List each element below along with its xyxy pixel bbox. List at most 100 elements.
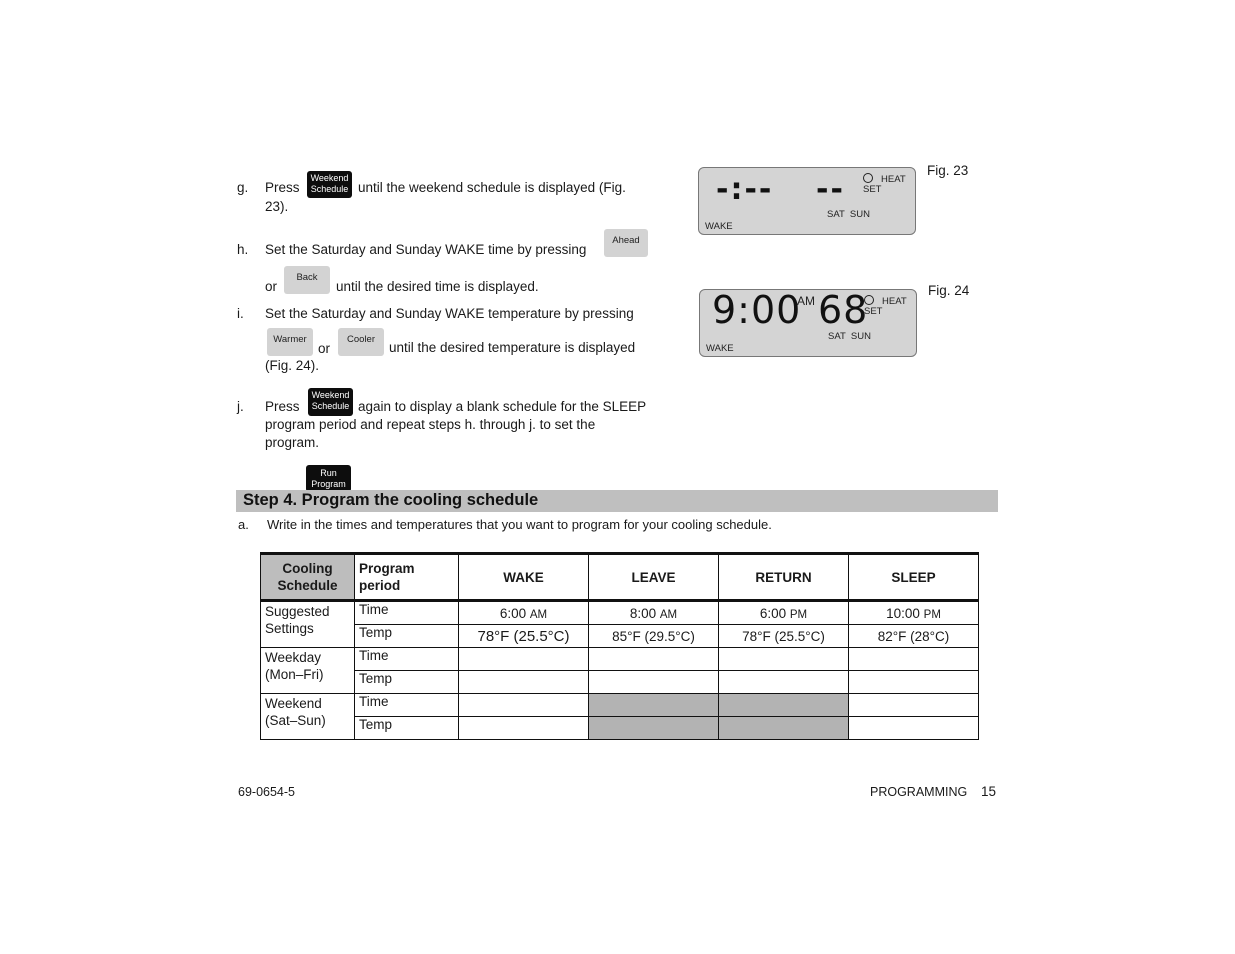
header-line: Program xyxy=(359,561,415,576)
ampm-label: AM xyxy=(797,294,815,308)
table-row: Temp 78°F (25.5°C) 85°F (29.5°C) 78°F (25.5… xyxy=(261,624,979,648)
run-program-key: Run Program xyxy=(306,465,351,492)
row-group-label: Weekend (Sat–Sun) xyxy=(260,693,355,740)
step-i-text: Set the Saturday and Sunday WAKE tempera… xyxy=(265,306,634,321)
step-g-text: 23). xyxy=(265,199,289,214)
program-period-header: Program period xyxy=(354,553,459,601)
table-cell: 6:00 AM xyxy=(458,600,589,625)
table-cell: 78°F (25.5°C) xyxy=(718,624,849,648)
row-kind-label: Time xyxy=(354,600,459,625)
group-line: Settings xyxy=(265,621,314,636)
table-cell: 8:00 AM xyxy=(588,600,719,625)
cell-value: 6:00 xyxy=(499,605,527,621)
heat-label: HEAT xyxy=(881,174,906,185)
table-row: Weekend (Sat–Sun) Time xyxy=(260,693,979,740)
period-label: WAKE xyxy=(705,221,733,232)
key-line: Weekend xyxy=(311,390,350,400)
empty-entry-cell xyxy=(718,693,849,717)
step-j-text: Press xyxy=(265,399,300,414)
table-row: Temp xyxy=(261,670,979,694)
table-row: Weekday (Mon–Fri) Time xyxy=(260,647,979,694)
days-label: SAT SUN xyxy=(827,209,870,220)
cell-value: 8:00 xyxy=(629,605,657,621)
cell-value: 82°F (28°C) xyxy=(877,628,950,644)
display-time: 9:00 xyxy=(712,288,802,332)
key-line: Program xyxy=(311,478,346,489)
step-j-label: j. xyxy=(237,399,244,414)
doc-number: 69-0654-5 xyxy=(238,785,295,799)
column-header-sleep: SLEEP xyxy=(848,553,979,601)
empty-entry-cell xyxy=(848,647,979,671)
empty-entry-cell xyxy=(848,693,979,717)
empty-entry-cell xyxy=(718,647,849,671)
step-i-text: until the desired temperature is display… xyxy=(389,340,636,355)
table-row: Suggested Settings Time 6:00 AM 8:00 AM 6:00 … xyxy=(260,600,979,648)
column-header-return: RETURN xyxy=(718,553,849,601)
step-j-text: program period and repeat steps h. throu… xyxy=(265,417,596,432)
cell-ampm: PM xyxy=(923,608,941,621)
step-h-text: until the desired time is displayed. xyxy=(336,279,539,294)
item-a-label: a. xyxy=(238,517,249,532)
set-label: SET xyxy=(863,184,882,195)
step-j-text: again to display a blank schedule for th… xyxy=(358,399,647,414)
key-line: Run xyxy=(320,468,337,478)
empty-entry-cell xyxy=(718,716,849,740)
days-label: SAT SUN xyxy=(828,331,871,342)
step-i-text: or xyxy=(318,341,331,356)
table-cell: 82°F (28°C) xyxy=(848,624,979,648)
cell-value: 6:00 xyxy=(759,605,787,621)
thermostat-display-fig23: -:-- -- HEAT SET SAT SUN WAKE xyxy=(698,167,916,235)
row-kind-label: Temp xyxy=(354,670,459,694)
indicator-circle-icon xyxy=(863,173,873,183)
table-row: Temp xyxy=(261,716,979,740)
group-line: Weekend xyxy=(265,696,322,711)
step-j-text: program. xyxy=(265,435,320,450)
display-temp: -- xyxy=(816,172,845,207)
period-label: WAKE xyxy=(706,343,734,354)
group-line: Weekday xyxy=(265,650,322,665)
column-header-leave: LEAVE xyxy=(588,553,719,601)
page-number: 15 xyxy=(981,784,997,799)
back-key: Back xyxy=(284,266,330,294)
row-kind-label: Time xyxy=(354,647,459,671)
empty-entry-cell xyxy=(588,693,719,717)
ahead-key: Ahead xyxy=(604,229,648,257)
group-line: (Sat–Sun) xyxy=(265,713,326,728)
header-line: Cooling xyxy=(282,561,333,576)
figure-caption: Fig. 23 xyxy=(927,163,969,178)
cell-value: 78°F (25.5°C) xyxy=(742,628,825,644)
empty-entry-cell xyxy=(588,647,719,671)
step-i-text: (Fig. 24). xyxy=(265,358,320,373)
empty-entry-cell xyxy=(848,670,979,694)
column-header-wake: WAKE xyxy=(458,553,589,601)
step-g-text: until the weekend schedule is displayed … xyxy=(358,180,626,195)
cell-value: 85°F (29.5°C) xyxy=(612,628,695,644)
key-line: Schedule xyxy=(310,183,349,194)
key-line: Schedule xyxy=(311,400,350,411)
cell-ampm: PM xyxy=(789,608,808,621)
cooling-schedule-table: Cooling Schedule Program period WAKE LEA… xyxy=(260,552,979,740)
step-h-text: or xyxy=(265,279,278,294)
section-header: Step 4. Program the cooling schedule xyxy=(236,490,998,512)
empty-entry-cell xyxy=(848,716,979,740)
table-cell: 10:00 PM xyxy=(848,600,979,625)
section-title: Step 4. Program the cooling schedule xyxy=(243,491,539,509)
step-h-text: Set the Saturday and Sunday WAKE time by… xyxy=(265,242,587,257)
group-line: (Mon–Fri) xyxy=(265,667,324,682)
key-line: Weekend xyxy=(310,173,349,183)
thermostat-display-fig24: 9:00 AM 68 HEAT SET SAT SUN WAKE xyxy=(699,289,917,357)
warmer-key: Warmer xyxy=(267,328,313,356)
step-g-label: g. xyxy=(237,180,249,195)
row-kind-label: Temp xyxy=(354,716,459,740)
cooler-key: Cooler xyxy=(338,328,384,356)
cell-ampm: AM xyxy=(659,608,678,621)
step-i-label: i. xyxy=(237,306,244,321)
table-header-row: Cooling Schedule Program period WAKE LEA… xyxy=(260,553,979,601)
empty-entry-cell xyxy=(588,670,719,694)
empty-entry-cell xyxy=(458,670,589,694)
table-cell: 85°F (29.5°C) xyxy=(588,624,719,648)
cell-ampm: AM xyxy=(529,608,548,621)
corner-header: Cooling Schedule xyxy=(260,553,355,601)
cell-value: 78°F (25.5°C) xyxy=(477,627,570,645)
table-cell: 6:00 PM xyxy=(718,600,849,625)
